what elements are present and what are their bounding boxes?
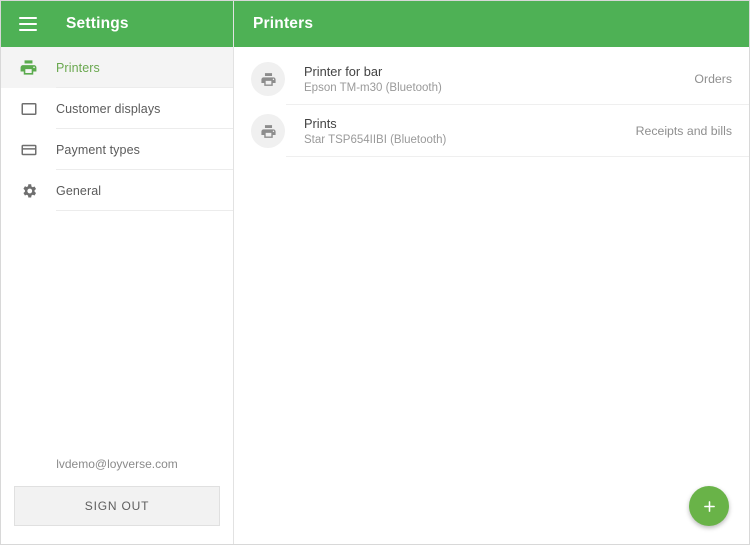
printer-icon xyxy=(1,58,56,77)
sidebar: Settings Printers Customer displays Paym… xyxy=(1,1,234,544)
content-area: Printers Printer for bar Epson TM-m30 (B… xyxy=(234,1,749,544)
printer-role: Orders xyxy=(694,72,732,86)
settings-window: Settings Printers Customer displays Paym… xyxy=(0,0,750,545)
printer-list: Printer for bar Epson TM-m30 (Bluetooth)… xyxy=(234,47,749,544)
display-icon xyxy=(1,100,56,118)
printer-info: Prints Star TSP654IIBI (Bluetooth) xyxy=(304,116,622,146)
printer-model: Star TSP654IIBI (Bluetooth) xyxy=(304,134,447,146)
printer-info: Printer for bar Epson TM-m30 (Bluetooth) xyxy=(304,64,680,94)
list-item[interactable]: Prints Star TSP654IIBI (Bluetooth) Recei… xyxy=(234,105,749,157)
printer-icon xyxy=(251,62,285,96)
gear-icon xyxy=(1,182,56,200)
sidebar-item-label: General xyxy=(56,183,102,198)
sidebar-item-label: Payment types xyxy=(56,142,140,157)
printer-name: Prints xyxy=(304,116,337,131)
printer-role: Receipts and bills xyxy=(635,124,732,138)
sidebar-item-label: Printers xyxy=(56,60,100,75)
sign-out-button[interactable]: SIGN OUT xyxy=(14,486,220,526)
sign-out-wrapper: SIGN OUT xyxy=(1,486,233,544)
printer-model: Epson TM-m30 (Bluetooth) xyxy=(304,82,442,94)
sidebar-header: Settings xyxy=(1,1,233,47)
sidebar-nav: Printers Customer displays Payment types… xyxy=(1,47,233,211)
sidebar-title: Settings xyxy=(66,15,129,32)
add-printer-button[interactable] xyxy=(689,486,729,526)
sidebar-item-payment-types[interactable]: Payment types xyxy=(1,129,233,170)
credit-card-icon xyxy=(1,141,56,159)
plus-icon xyxy=(703,500,715,512)
hamburger-icon[interactable] xyxy=(16,12,40,36)
list-item[interactable]: Printer for bar Epson TM-m30 (Bluetooth)… xyxy=(234,53,749,105)
sidebar-item-label: Customer displays xyxy=(56,101,161,116)
page-title: Printers xyxy=(253,15,314,32)
account-email: lvdemo@loyverse.com xyxy=(56,457,178,471)
content-header: Printers xyxy=(234,1,749,47)
sidebar-item-printers[interactable]: Printers xyxy=(1,47,233,88)
sidebar-item-general[interactable]: General xyxy=(1,170,233,211)
printer-name: Printer for bar xyxy=(304,64,383,79)
printer-icon xyxy=(251,114,285,148)
sidebar-item-customer-displays[interactable]: Customer displays xyxy=(1,88,233,129)
